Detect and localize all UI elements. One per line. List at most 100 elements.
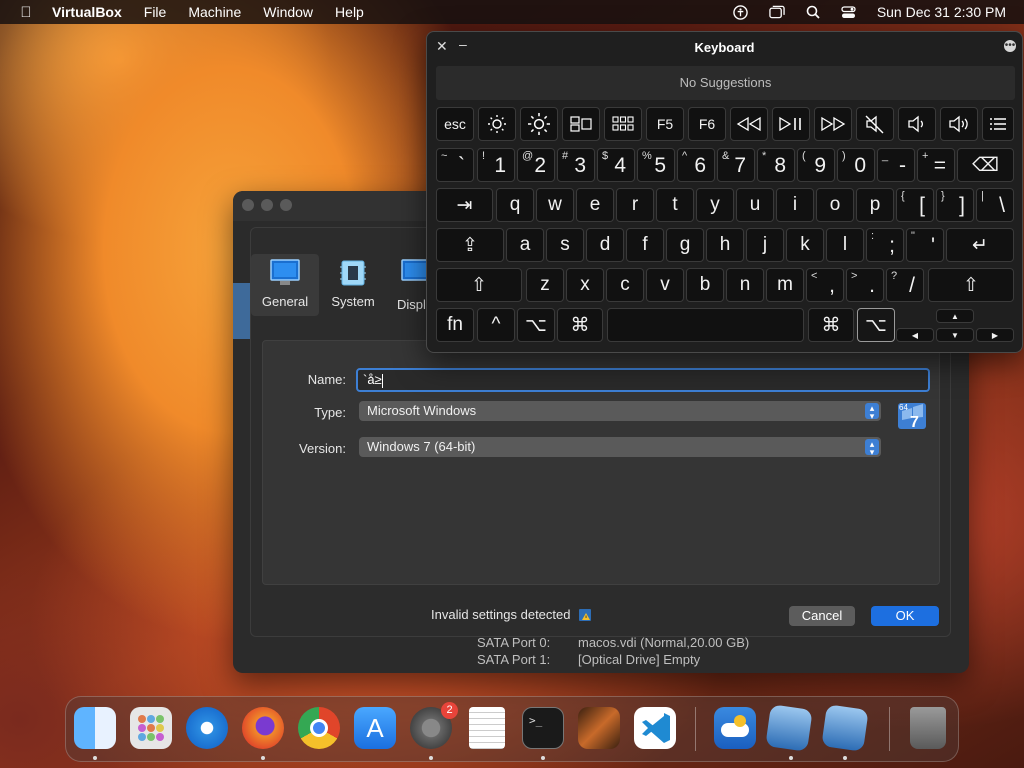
weather-icon[interactable]: [714, 707, 756, 749]
key-0[interactable]: ) 0: [837, 148, 875, 182]
virtualbox-vm-icon[interactable]: [821, 704, 869, 752]
key-c[interactable]: c: [606, 268, 644, 302]
tab-system[interactable]: System: [319, 254, 387, 316]
key-q[interactable]: q: [496, 188, 534, 222]
key-9[interactable]: (9: [797, 148, 835, 182]
minimize-window-button[interactable]: [261, 199, 273, 211]
key-fast-forward[interactable]: [814, 107, 852, 141]
chrome-icon[interactable]: [298, 707, 340, 749]
key-i[interactable]: i: [776, 188, 814, 222]
key-1[interactable]: ! 1: [477, 148, 515, 182]
key-8[interactable]: * 8: [757, 148, 795, 182]
key-equals[interactable]: + =: [917, 148, 955, 182]
key-j[interactable]: j: [746, 228, 784, 262]
key-mute[interactable]: [856, 107, 894, 141]
key-t[interactable]: t: [656, 188, 694, 222]
key-h[interactable]: h: [706, 228, 744, 262]
menu-machine[interactable]: Machine: [188, 4, 241, 20]
key-7[interactable]: & 7: [717, 148, 755, 182]
ok-button[interactable]: OK: [871, 606, 939, 626]
key-y[interactable]: y: [696, 188, 734, 222]
finder-icon[interactable]: [74, 707, 116, 749]
key-g[interactable]: g: [666, 228, 704, 262]
key-quote[interactable]: " ': [906, 228, 944, 262]
tab-display[interactable]: Displ: [388, 254, 428, 316]
key-v[interactable]: v: [646, 268, 684, 302]
warning-icon[interactable]: [578, 608, 592, 622]
name-input[interactable]: `å≥: [356, 368, 930, 392]
key-mission-control[interactable]: [562, 107, 600, 141]
key-launchpad[interactable]: [604, 107, 642, 141]
key-5[interactable]: % 5: [637, 148, 675, 182]
key-volume-up[interactable]: [940, 107, 978, 141]
key-right-option[interactable]: ⌥: [857, 308, 895, 342]
key-z[interactable]: z: [526, 268, 564, 302]
key-backtick[interactable]: ~ `: [436, 148, 474, 182]
key-esc[interactable]: esc: [436, 107, 474, 141]
key-x[interactable]: x: [566, 268, 604, 302]
key-comma[interactable]: <,: [806, 268, 844, 302]
key-control[interactable]: ^: [477, 308, 515, 342]
key-right-bracket[interactable]: }]: [936, 188, 974, 222]
key-r[interactable]: r: [616, 188, 654, 222]
key-n[interactable]: n: [726, 268, 764, 302]
control-center-icon[interactable]: [841, 5, 857, 19]
key-return[interactable]: ↵: [946, 228, 1014, 262]
key-brightness-down[interactable]: [478, 107, 516, 141]
menu-app-name[interactable]: VirtualBox: [52, 4, 122, 20]
key-left-command[interactable]: ⌘: [557, 308, 603, 342]
key-rewind[interactable]: [730, 107, 768, 141]
version-select[interactable]: Windows 7 (64-bit) ▴ ▾: [359, 437, 881, 457]
key-left-shift[interactable]: ⇧: [436, 268, 522, 302]
key-4[interactable]: $4: [597, 148, 635, 182]
key-brightness-up[interactable]: [520, 107, 558, 141]
options-icon[interactable]: •••: [1004, 40, 1016, 52]
key-backslash[interactable]: | \: [976, 188, 1014, 222]
key-right-shift[interactable]: ⇧: [928, 268, 1014, 302]
key-fn[interactable]: fn: [436, 308, 474, 342]
key-b[interactable]: b: [686, 268, 724, 302]
launchpad-icon[interactable]: [130, 707, 172, 749]
menu-help[interactable]: Help: [335, 4, 364, 20]
key-play-pause[interactable]: [772, 107, 810, 141]
type-select[interactable]: Microsoft Windows ▴ ▾: [359, 401, 881, 421]
menu-file[interactable]: File: [144, 4, 167, 20]
key-tab[interactable]: ⇥: [436, 188, 493, 222]
key-k[interactable]: k: [786, 228, 824, 262]
key-arrow-down[interactable]: ▼: [936, 328, 974, 342]
virtualbox-icon[interactable]: [765, 704, 813, 752]
key-f5[interactable]: F5: [646, 107, 684, 141]
safari-icon[interactable]: [186, 707, 228, 749]
menu-clock[interactable]: Sun Dec 31 2:30 PM: [877, 4, 1006, 20]
menu-window[interactable]: Window: [263, 4, 313, 20]
key-w[interactable]: w: [536, 188, 574, 222]
key-right-command[interactable]: ⌘: [808, 308, 854, 342]
key-arrow-left[interactable]: ◀: [896, 328, 934, 342]
key-list[interactable]: [982, 107, 1014, 141]
spotlight-search-icon[interactable]: [805, 5, 821, 19]
tab-general[interactable]: General: [251, 254, 319, 316]
key-p[interactable]: p: [856, 188, 894, 222]
key-d[interactable]: d: [586, 228, 624, 262]
accessibility-icon[interactable]: [733, 4, 749, 20]
firefox-icon[interactable]: [242, 707, 284, 749]
key-left-bracket[interactable]: {[: [896, 188, 934, 222]
vscode-icon[interactable]: [634, 707, 676, 749]
key-arrow-right[interactable]: ▶: [976, 328, 1014, 342]
key-slash[interactable]: ? /: [886, 268, 924, 302]
key-semicolon[interactable]: :;: [866, 228, 904, 262]
key-left-option[interactable]: ⌥: [517, 308, 555, 342]
terminal-icon[interactable]: >_: [522, 707, 564, 749]
key-caps-lock[interactable]: ⇪: [436, 228, 504, 262]
key-period[interactable]: >.: [846, 268, 884, 302]
key-6[interactable]: ^ 6: [677, 148, 715, 182]
key-a[interactable]: a: [506, 228, 544, 262]
textedit-icon[interactable]: [469, 707, 505, 749]
zoom-window-button[interactable]: [280, 199, 292, 211]
key-e[interactable]: e: [576, 188, 614, 222]
key-space[interactable]: [607, 308, 804, 342]
key-l[interactable]: l: [826, 228, 864, 262]
vm-list-selection[interactable]: [233, 283, 250, 339]
key-delete[interactable]: ⌫: [957, 148, 1014, 182]
key-s[interactable]: s: [546, 228, 584, 262]
